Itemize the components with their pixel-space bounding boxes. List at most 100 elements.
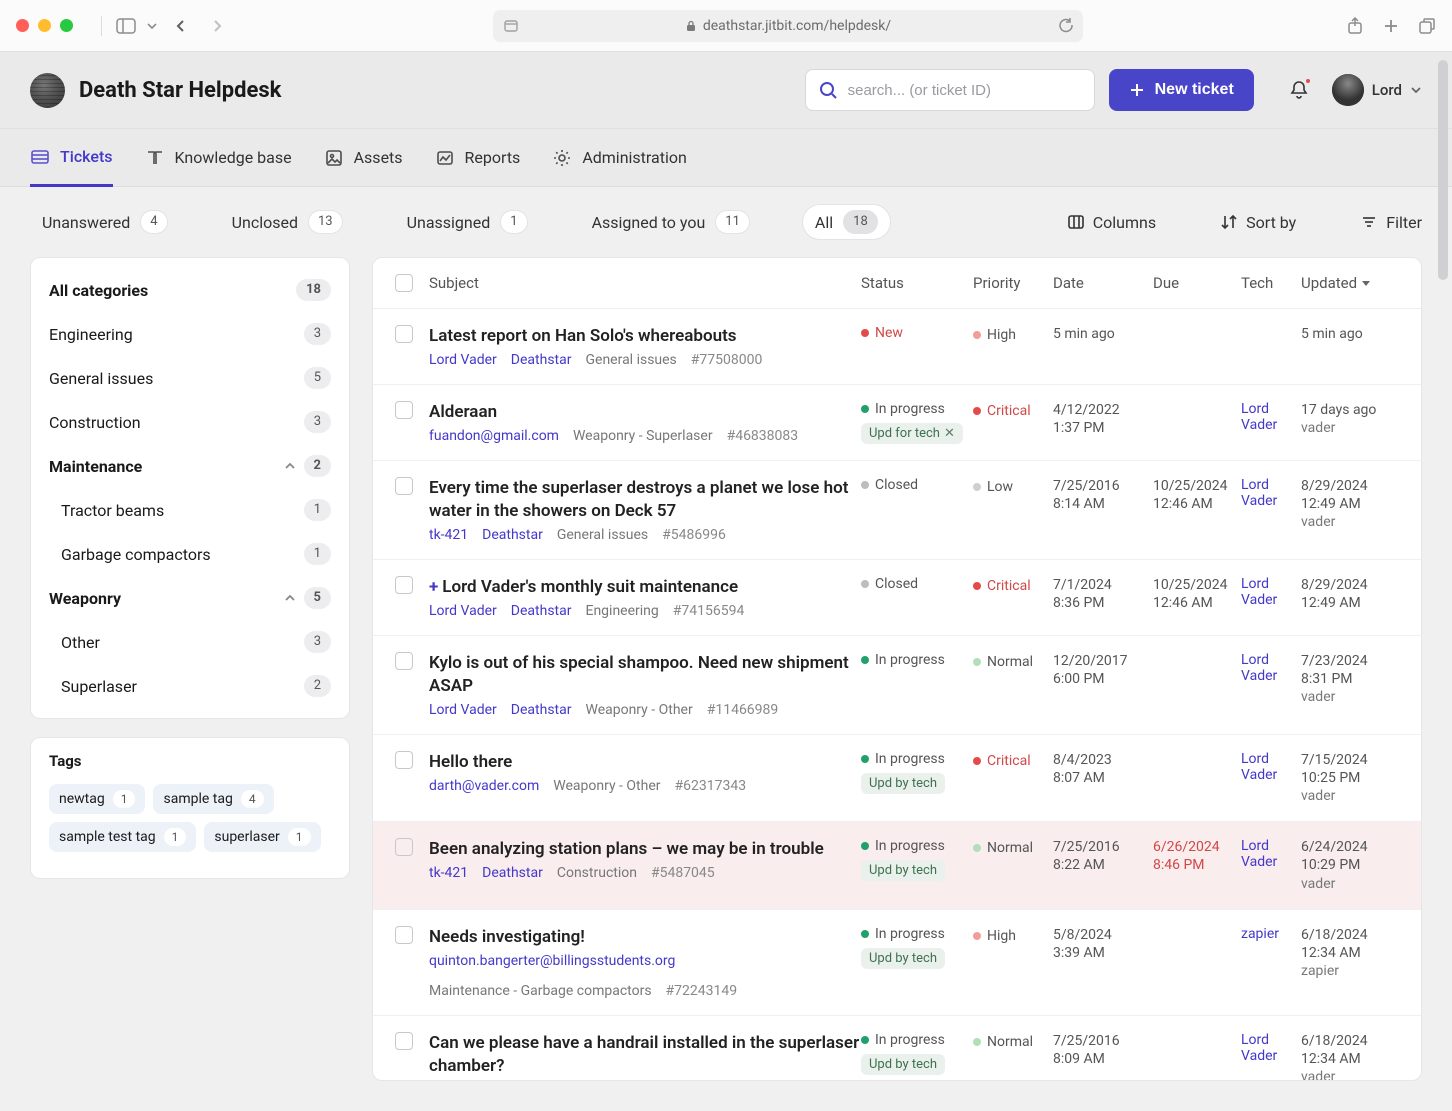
brand[interactable]: Death Star Helpdesk xyxy=(30,73,281,108)
ticket-tech[interactable]: Lord Vader xyxy=(1241,838,1301,893)
th-date[interactable]: Date xyxy=(1053,274,1153,292)
sidebar-toggle-icon[interactable] xyxy=(116,18,136,34)
nav-back-button[interactable] xyxy=(168,15,194,37)
ticket-from[interactable]: fuandon@gmail.com xyxy=(429,428,559,444)
ticket-subject[interactable]: Hello there xyxy=(429,751,861,774)
share-icon[interactable] xyxy=(1346,17,1364,35)
ticket-company[interactable]: Deathstar xyxy=(511,702,572,718)
category-subitem[interactable]: Garbage compactors1 xyxy=(31,532,349,576)
category-item[interactable]: General issues5 xyxy=(31,356,349,400)
ticket-subject[interactable]: Kylo is out of his special shampoo. Need… xyxy=(429,652,861,698)
ticket-from[interactable]: darth@vader.com xyxy=(429,778,539,794)
th-updated[interactable]: Updated xyxy=(1301,274,1399,292)
ticket-from[interactable]: Lord Vader xyxy=(429,603,497,619)
tab-reports[interactable]: Reports xyxy=(435,129,521,186)
window-minimize-button[interactable] xyxy=(38,19,51,32)
new-tab-icon[interactable] xyxy=(1382,17,1400,35)
ticket-subject[interactable]: Been analyzing station plans – we may be… xyxy=(429,838,861,861)
filter-unclosed[interactable]: Unclosed 13 xyxy=(220,205,355,239)
close-icon[interactable]: ✕ xyxy=(944,426,955,441)
ticket-subject[interactable]: Needs investigating! xyxy=(429,926,861,949)
th-subject[interactable]: Subject xyxy=(429,274,861,292)
page-settings-icon[interactable] xyxy=(503,18,519,34)
reload-icon[interactable] xyxy=(1058,18,1073,33)
tag-chip[interactable]: sample test tag1 xyxy=(49,822,196,852)
tag-chip[interactable]: newtag1 xyxy=(49,784,145,814)
filter-button[interactable]: Filter xyxy=(1360,213,1422,232)
ticket-subject[interactable]: Can we please have a handrail installed … xyxy=(429,1032,861,1078)
category-subitem[interactable]: Superlaser2 xyxy=(31,664,349,708)
ticket-from[interactable]: Lord Vader xyxy=(429,702,497,718)
filter-all[interactable]: All 18 xyxy=(802,204,891,240)
ticket-tech[interactable]: Lord Vader xyxy=(1241,652,1301,718)
row-checkbox[interactable] xyxy=(395,325,413,343)
th-status[interactable]: Status xyxy=(861,274,973,292)
tag-chip[interactable]: superlaser1 xyxy=(204,822,320,852)
ticket-subject[interactable]: Latest report on Han Solo's whereabouts xyxy=(429,325,861,348)
window-close-button[interactable] xyxy=(16,19,29,32)
row-checkbox[interactable] xyxy=(395,401,413,419)
filter-unanswered[interactable]: Unanswered 4 xyxy=(30,205,180,239)
expand-icon[interactable]: + xyxy=(429,577,438,597)
row-checkbox[interactable] xyxy=(395,652,413,670)
row-checkbox[interactable] xyxy=(395,926,413,944)
ticket-company[interactable]: Deathstar xyxy=(482,527,543,543)
ticket-tech[interactable]: Lord Vader xyxy=(1241,751,1301,806)
search-input[interactable] xyxy=(846,81,1082,100)
category-subitem[interactable]: Other3 xyxy=(31,620,349,664)
ticket-tech[interactable]: Lord Vader xyxy=(1241,576,1301,619)
status-badge[interactable]: Upd for tech✕ xyxy=(861,423,963,444)
row-checkbox[interactable] xyxy=(395,1032,413,1050)
tab-knowledge-base[interactable]: Knowledge base xyxy=(145,129,292,186)
ticket-subject[interactable]: Every time the superlaser destroys a pla… xyxy=(429,477,861,523)
status-badge[interactable]: Upd by tech xyxy=(861,773,945,794)
ticket-company[interactable]: Deathstar xyxy=(511,352,572,368)
ticket-tech[interactable]: Lord Vader xyxy=(1241,401,1301,444)
table-row[interactable]: Every time the superlaser destroys a pla… xyxy=(373,461,1421,560)
nav-forward-button[interactable] xyxy=(204,15,230,37)
tab-assets[interactable]: Assets xyxy=(324,129,403,186)
chevron-down-icon[interactable] xyxy=(146,20,158,32)
table-row[interactable]: Been analyzing station plans – we may be… xyxy=(373,822,1421,910)
status-badge[interactable]: Upd by tech xyxy=(861,1054,945,1075)
sort-button[interactable]: Sort by xyxy=(1220,213,1296,232)
row-checkbox[interactable] xyxy=(395,751,413,769)
ticket-tech[interactable]: Lord Vader xyxy=(1241,1032,1301,1080)
category-item[interactable]: Construction3 xyxy=(31,400,349,444)
table-row[interactable]: +Lord Vader's monthly suit maintenance L… xyxy=(373,560,1421,636)
search-box[interactable] xyxy=(805,69,1095,111)
ticket-from[interactable]: tk-421 xyxy=(429,865,468,881)
status-badge[interactable]: Upd by tech xyxy=(861,860,945,881)
window-zoom-button[interactable] xyxy=(60,19,73,32)
category-maintenance[interactable]: Maintenance 2 xyxy=(31,444,349,488)
row-checkbox[interactable] xyxy=(395,576,413,594)
ticket-company[interactable]: Deathstar xyxy=(511,603,572,619)
table-row[interactable]: Kylo is out of his special shampoo. Need… xyxy=(373,636,1421,735)
filter-unassigned[interactable]: Unassigned 1 xyxy=(395,205,540,239)
category-subitem[interactable]: Tractor beams1 xyxy=(31,488,349,532)
table-row[interactable]: Alderaan fuandon@gmail.comWeaponry - Sup… xyxy=(373,385,1421,461)
th-tech[interactable]: Tech xyxy=(1241,274,1301,292)
select-all-checkbox[interactable] xyxy=(395,274,413,292)
filter-assigned-to-you[interactable]: Assigned to you 11 xyxy=(580,205,762,239)
ticket-subject[interactable]: +Lord Vader's monthly suit maintenance xyxy=(429,576,861,599)
tag-chip[interactable]: sample tag4 xyxy=(153,784,273,814)
ticket-from[interactable]: quinton.bangerter@billingsstudents.org xyxy=(429,953,675,969)
table-row[interactable]: Needs investigating! quinton.bangerter@b… xyxy=(373,910,1421,1016)
notifications-button[interactable] xyxy=(1288,79,1310,101)
ticket-tech[interactable]: zapier xyxy=(1241,926,1301,999)
scrollbar[interactable] xyxy=(1438,60,1448,280)
status-badge[interactable]: Upd by tech xyxy=(861,948,945,969)
user-menu[interactable]: Lord xyxy=(1332,74,1422,106)
table-row[interactable]: Hello there darth@vader.comWeaponry - Ot… xyxy=(373,735,1421,823)
ticket-subject[interactable]: Alderaan xyxy=(429,401,861,424)
new-ticket-button[interactable]: New ticket xyxy=(1109,69,1254,111)
category-item[interactable]: Engineering3 xyxy=(31,312,349,356)
th-due[interactable]: Due xyxy=(1153,274,1241,292)
tab-administration[interactable]: Administration xyxy=(552,129,687,186)
url-bar[interactable]: deathstar.jitbit.com/helpdesk/ xyxy=(493,10,1083,42)
table-row[interactable]: Latest report on Han Solo's whereabouts … xyxy=(373,309,1421,385)
tab-tickets[interactable]: Tickets xyxy=(30,130,113,187)
ticket-from[interactable]: tk-421 xyxy=(429,527,468,543)
ticket-company[interactable]: Deathstar xyxy=(482,865,543,881)
